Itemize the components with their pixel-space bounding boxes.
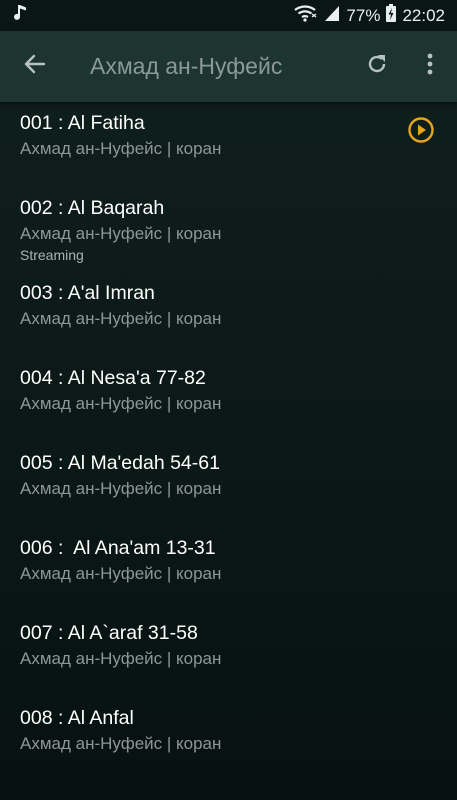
track-item-006[interactable]: 006 : Al Ana'am 13-31 Ахмад ан-Нуфейс | … (0, 527, 457, 612)
streaming-status: Streaming (20, 247, 84, 263)
track-subtitle: Ахмад ан-Нуфейс | коран (20, 734, 222, 753)
play-button[interactable] (407, 116, 435, 144)
refresh-icon (365, 52, 389, 81)
track-subtitle: Ахмад ан-Нуфейс | коран (20, 394, 222, 413)
track-title: 006 : Al Ana'am 13-31 (20, 537, 216, 559)
play-circle-icon (407, 117, 435, 148)
track-item-001[interactable]: 001 : Al Fatiha Ахмад ан-Нуфейс | коран (0, 102, 457, 187)
wifi-icon (294, 4, 318, 27)
battery-percent: 77% (346, 5, 381, 25)
refresh-button[interactable] (351, 31, 403, 102)
arrow-back-icon (23, 52, 47, 81)
status-icons: 77% 22:02 (294, 4, 445, 27)
track-title: 007 : Al A`araf 31-58 (20, 622, 198, 644)
page-title: Ахмад ан-Нуфейс (90, 53, 283, 79)
signal-icon (324, 4, 340, 27)
track-item-003[interactable]: 003 : A'al Imran Ахмад ан-Нуфейс | коран (0, 272, 457, 357)
back-button[interactable] (0, 31, 70, 102)
track-subtitle: Ахмад ан-Нуфейс | коран (20, 649, 222, 668)
app-bar: Ахмад ан-Нуфейс (0, 31, 457, 102)
track-subtitle: Ахмад ан-Нуфейс | коран (20, 479, 222, 498)
track-title: 003 : A'al Imran (20, 282, 155, 304)
status-bar: 77% 22:02 (0, 0, 457, 31)
track-item-008[interactable]: 008 : Al Anfal Ахмад ан-Нуфейс | коран (0, 697, 457, 782)
more-options-button[interactable] (403, 31, 457, 102)
music-note-icon (14, 4, 28, 27)
track-title: 005 : Al Ma'edah 54-61 (20, 452, 220, 474)
track-list: 001 : Al Fatiha Ахмад ан-Нуфейс | коран … (0, 102, 457, 782)
track-item-004[interactable]: 004 : Al Nesa'a 77-82 Ахмад ан-Нуфейс | … (0, 357, 457, 442)
battery-charging-icon (386, 4, 397, 27)
track-title: 001 : Al Fatiha (20, 112, 145, 134)
clock: 22:02 (402, 5, 445, 25)
track-subtitle: Ахмад ан-Нуфейс | коран (20, 224, 222, 243)
track-title: 004 : Al Nesa'a 77-82 (20, 367, 206, 389)
track-title: 002 : Al Baqarah (20, 197, 165, 219)
track-title: 008 : Al Anfal (20, 707, 134, 729)
track-item-002[interactable]: 002 : Al Baqarah Ахмад ан-Нуфейс | коран… (0, 187, 457, 272)
screen: 77% 22:02 Ахмад ан-Нуфейс 001: Al Fatih… (0, 0, 457, 800)
track-subtitle: Ахмад ан-Нуфейс | коран (20, 139, 222, 158)
track-item-005[interactable]: 005 : Al Ma'edah 54-61 Ахмад ан-Нуфейс |… (0, 442, 457, 527)
track-item-007[interactable]: 007 : Al A`araf 31-58 Ахмад ан-Нуфейс | … (0, 612, 457, 697)
track-subtitle: Ахмад ан-Нуфейс | коран (20, 309, 222, 328)
track-subtitle: Ахмад ан-Нуфейс | коран (20, 564, 222, 583)
more-vert-icon (426, 52, 434, 81)
